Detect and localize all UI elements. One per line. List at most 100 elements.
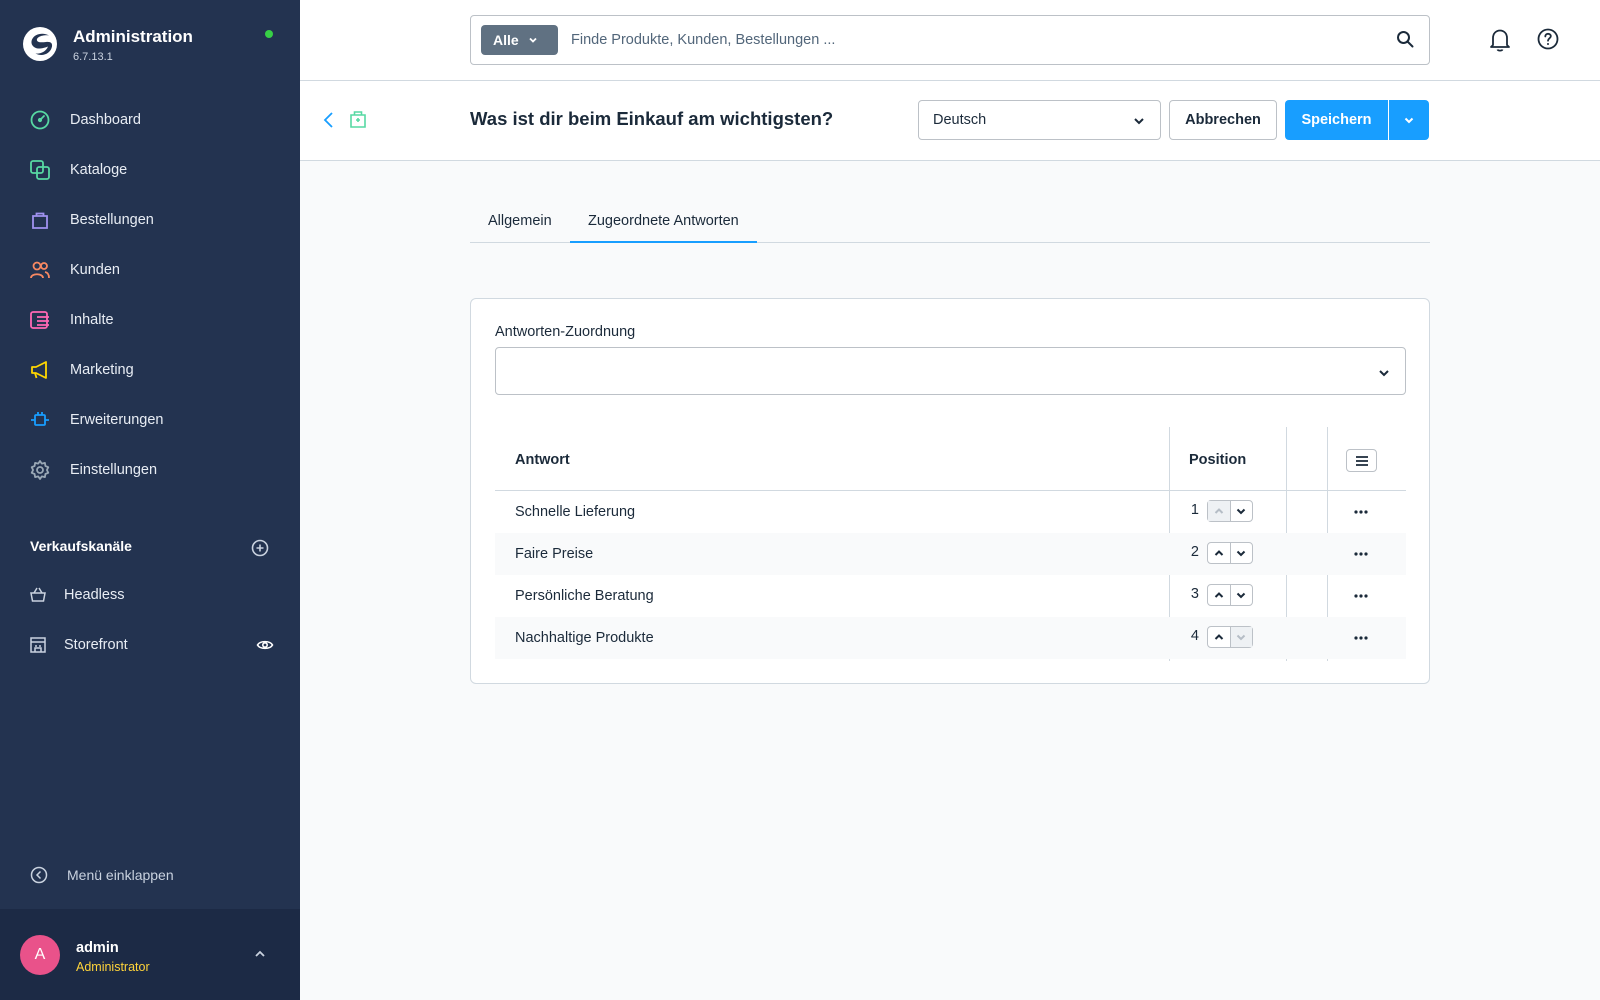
sales-channels-title: Verkaufskanäle xyxy=(30,538,132,554)
nav-item-marketing[interactable]: Marketing xyxy=(0,345,300,395)
chevron-down-icon xyxy=(1379,370,1389,377)
row-actions-button[interactable] xyxy=(1347,630,1375,646)
nav-label: Einstellungen xyxy=(70,462,158,478)
nav-label: Inhalte xyxy=(70,312,114,328)
answer-assignment-select[interactable] xyxy=(495,347,1406,395)
add-sales-channel-icon[interactable] xyxy=(250,538,270,558)
chevron-up-icon xyxy=(1214,550,1224,556)
nav-label: Kunden xyxy=(70,262,120,278)
tab-zugeordnete-antworten[interactable]: Zugeordnete Antworten xyxy=(570,203,757,243)
chevron-up-icon[interactable] xyxy=(253,947,267,961)
content-icon xyxy=(29,309,51,331)
move-down-button[interactable] xyxy=(1229,543,1252,563)
row-actions-button[interactable] xyxy=(1347,504,1375,520)
table-row: Faire Preise 2 xyxy=(495,533,1406,575)
nav-label: Erweiterungen xyxy=(70,412,164,428)
answer-cell[interactable]: Schnelle Lieferung xyxy=(515,504,635,520)
row-actions-button[interactable] xyxy=(1347,588,1375,604)
help-icon[interactable] xyxy=(1536,27,1560,51)
position-value: 3 xyxy=(1190,586,1199,602)
nav-label: Bestellungen xyxy=(70,212,154,228)
nav-item-kunden[interactable]: Kunden xyxy=(0,245,300,295)
nav-item-einstellungen[interactable]: Einstellungen xyxy=(0,445,300,495)
search-input[interactable] xyxy=(571,26,1351,54)
column-header-position[interactable]: Position xyxy=(1189,452,1246,468)
shopware-logo-icon xyxy=(23,27,57,61)
chevron-down-icon xyxy=(1237,550,1246,557)
position-stepper xyxy=(1207,626,1253,648)
grid-header: Antwort Position xyxy=(495,427,1406,491)
nav-label: Dashboard xyxy=(70,112,141,128)
language-select[interactable]: Deutsch xyxy=(918,100,1161,140)
position-stepper xyxy=(1207,542,1253,564)
online-status-dot xyxy=(265,30,273,38)
dashboard-icon xyxy=(29,109,51,131)
bag-module-icon xyxy=(350,111,366,128)
marketing-icon xyxy=(29,359,51,381)
top-bar: Alle xyxy=(300,0,1600,81)
save-options-button[interactable] xyxy=(1389,100,1429,140)
position-value: 2 xyxy=(1190,544,1199,560)
sales-channel-headless[interactable]: Headless xyxy=(29,580,274,610)
eye-icon[interactable] xyxy=(256,636,274,654)
search-type-label: Alle xyxy=(493,32,519,48)
page-title: Was ist dir beim Einkauf am wichtigsten? xyxy=(470,108,834,129)
more-horizontal-icon xyxy=(1354,594,1368,598)
storefront-icon xyxy=(30,637,46,653)
search-type-select[interactable]: Alle xyxy=(481,25,558,55)
table-row: Schnelle Lieferung 1 xyxy=(495,491,1406,533)
column-settings-button[interactable] xyxy=(1346,449,1377,472)
column-header-answer[interactable]: Antwort xyxy=(515,452,570,468)
move-up-button[interactable] xyxy=(1208,543,1230,563)
nav-item-inhalte[interactable]: Inhalte xyxy=(0,295,300,345)
main-nav: Dashboard Kataloge Bestellungen Kunden I… xyxy=(0,95,300,495)
chevron-left-icon[interactable] xyxy=(322,109,336,131)
sales-channel-label: Headless xyxy=(64,587,125,603)
extensions-icon xyxy=(29,409,51,431)
move-up-button[interactable] xyxy=(1208,585,1230,605)
orders-icon xyxy=(29,209,51,231)
nav-label: Kataloge xyxy=(70,162,128,178)
cancel-button[interactable]: Abbrechen xyxy=(1169,100,1277,140)
nav-item-kataloge[interactable]: Kataloge xyxy=(0,145,300,195)
chevron-down-icon xyxy=(1404,117,1414,124)
answers-grid: Antwort Position Schnelle Lieferung 1 Fa… xyxy=(495,427,1406,661)
list-icon xyxy=(1355,455,1368,466)
app-version: 6.7.13.1 xyxy=(73,51,113,63)
save-button[interactable]: Speichern xyxy=(1285,100,1388,140)
move-down-button[interactable] xyxy=(1229,585,1252,605)
answer-cell[interactable]: Faire Preise xyxy=(515,546,593,562)
answer-assignment-label: Antworten-Zuordnung xyxy=(495,324,636,340)
nav-item-erweiterungen[interactable]: Erweiterungen xyxy=(0,395,300,445)
row-actions-button[interactable] xyxy=(1347,546,1375,562)
tab-bar: Allgemein Zugeordnete Antworten xyxy=(470,203,1430,243)
avatar: A xyxy=(20,935,60,975)
sales-channel-label: Storefront xyxy=(64,637,128,653)
app-title: Administration xyxy=(73,27,193,46)
chevron-down-icon xyxy=(1237,592,1246,599)
nav-label: Marketing xyxy=(70,362,134,378)
answer-cell[interactable]: Persönliche Beratung xyxy=(515,588,654,604)
table-row: Persönliche Beratung 3 xyxy=(495,575,1406,617)
move-up-button[interactable] xyxy=(1208,627,1230,647)
sales-channel-storefront[interactable]: Storefront xyxy=(29,630,274,660)
search-icon[interactable] xyxy=(1396,30,1415,49)
settings-icon xyxy=(29,459,51,481)
table-row: Nachhaltige Produkte 4 xyxy=(495,617,1406,659)
sales-channels-header: Verkaufskanäle xyxy=(30,538,270,558)
user-panel: A admin Administrator xyxy=(0,909,300,1000)
move-down-button[interactable] xyxy=(1229,501,1252,521)
chevron-up-icon xyxy=(1214,592,1224,598)
nav-item-dashboard[interactable]: Dashboard xyxy=(0,95,300,145)
nav-item-bestellungen[interactable]: Bestellungen xyxy=(0,195,300,245)
move-down-button xyxy=(1229,627,1252,647)
chevron-down-icon xyxy=(1237,634,1246,641)
answer-cell[interactable]: Nachhaltige Produkte xyxy=(515,630,654,646)
tab-allgemein[interactable]: Allgemein xyxy=(470,203,570,243)
collapse-menu-button[interactable]: Menü einklappen xyxy=(30,866,174,884)
position-stepper xyxy=(1207,584,1253,606)
more-horizontal-icon xyxy=(1354,552,1368,556)
notification-bell-icon[interactable] xyxy=(1488,27,1512,53)
answers-card: Antworten-Zuordnung Antwort Position Sch… xyxy=(470,298,1430,684)
sidebar: Administration 6.7.13.1 Dashboard Katalo… xyxy=(0,0,300,1000)
